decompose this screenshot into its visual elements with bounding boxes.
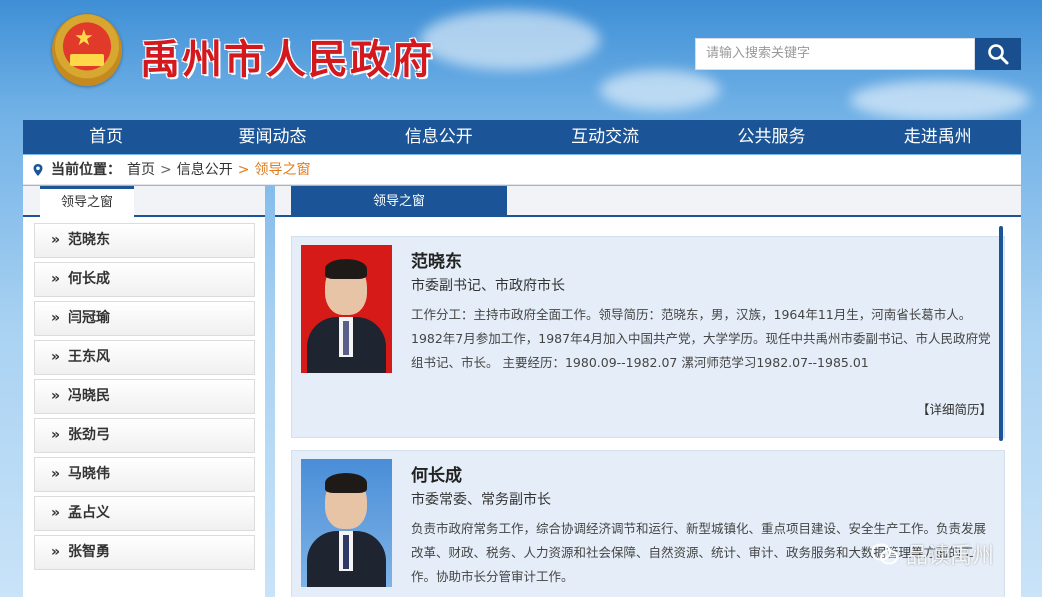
breadcrumb: 当前位置： 首页 > 信息公开 > 领导之窗 (23, 155, 1021, 185)
scrollbar-thumb[interactable] (999, 226, 1003, 441)
sidebar-item-leader[interactable]: » 范晓东 (34, 223, 255, 258)
sidebar-item-leader[interactable]: » 张智勇 (34, 535, 255, 570)
sidebar-item-label: 马晓伟 (68, 466, 111, 482)
nav-item-about-yuzhou[interactable]: 走进禹州 (855, 120, 1021, 154)
sidebar-item-label: 范晓东 (68, 232, 111, 248)
sidebar-item-leader[interactable]: » 马晓伟 (34, 457, 255, 492)
national-emblem-logo[interactable]: ★ (52, 14, 122, 86)
leader-card: 范晓东 市委副书记、市政府市长 工作分工：主持市政府全面工作。领导简历：范晓东，… (291, 236, 1005, 438)
main-panel: 领导之窗 范晓东 市委副书记、市政府市长 工作分工：主持市政府全面工作。领导简历… (275, 186, 1021, 597)
breadcrumb-separator: > (160, 161, 172, 178)
leader-name[interactable]: 何长成 (411, 461, 462, 486)
portrait-hair (325, 473, 367, 493)
leader-photo[interactable] (301, 245, 392, 373)
search-icon (988, 44, 1009, 65)
search-button[interactable] (975, 38, 1021, 70)
sidebar-item-label: 王东风 (68, 349, 111, 365)
double-chevron-right-icon: » (51, 349, 61, 365)
double-chevron-right-icon: » (51, 232, 61, 248)
double-chevron-right-icon: » (51, 505, 61, 521)
main-nav: 首页 要闻动态 信息公开 互动交流 公共服务 走进禹州 (23, 120, 1021, 154)
breadcrumb-label: 当前位置： (51, 161, 121, 178)
sidebar-item-label: 何长成 (68, 271, 111, 287)
detailed-resume-link[interactable]: 【详细简历】 (917, 399, 992, 418)
sidebar-tabbar: 领导之窗 (23, 186, 265, 217)
sidebar: 领导之窗 » 范晓东 » 何长成 » 闫冠瑜 » 王东风 » 冯晓民 » 张劲弓 » 马晓伟 … (23, 186, 265, 597)
sidebar-item-label: 闫冠瑜 (68, 310, 111, 326)
sidebar-tab-leaders[interactable]: 领导之窗 (40, 186, 134, 217)
double-chevron-right-icon: » (51, 271, 61, 287)
nav-item-public-service[interactable]: 公共服务 (688, 120, 854, 154)
sidebar-item-leader[interactable]: » 张劲弓 (34, 418, 255, 453)
double-chevron-right-icon: » (51, 466, 61, 482)
cloud-decoration (600, 70, 720, 110)
sidebar-item-leader[interactable]: » 王东风 (34, 340, 255, 375)
double-chevron-right-icon: » (51, 544, 61, 560)
main-tab-leaders[interactable]: 领导之窗 (291, 186, 507, 217)
watermark-text: 品读禹州 (906, 544, 995, 569)
nav-item-home[interactable]: 首页 (23, 120, 189, 154)
sidebar-item-leader[interactable]: » 闫冠瑜 (34, 301, 255, 336)
breadcrumb-info[interactable]: 信息公开 (177, 155, 233, 185)
cloud-decoration (420, 10, 600, 70)
nav-item-interaction[interactable]: 互动交流 (522, 120, 688, 154)
sidebar-item-label: 张智勇 (68, 544, 111, 560)
sidebar-item-leader[interactable]: » 何长成 (34, 262, 255, 297)
double-chevron-right-icon: » (51, 427, 61, 443)
leader-title: 市委副书记、市政府市长 (411, 278, 565, 294)
header: ★ 禹州市人民政府 请输入搜索关键字 (0, 0, 1042, 120)
breadcrumb-separator: > (237, 161, 250, 178)
portrait-tie (343, 535, 349, 569)
portrait-hair (325, 259, 367, 279)
sidebar-item-label: 冯晓民 (68, 388, 111, 404)
search-input[interactable]: 请输入搜索关键字 (695, 38, 975, 70)
sidebar-item-label: 张劲弓 (68, 427, 111, 443)
cloud-decoration (850, 80, 1030, 120)
leader-description: 工作分工：主持市政府全面工作。领导简历：范晓东，男，汉族，1964年11月生，河… (411, 307, 991, 370)
wechat-icon (871, 543, 898, 565)
breadcrumb-home[interactable]: 首页 (127, 155, 155, 185)
location-pin-icon (33, 163, 43, 176)
leader-title: 市委常委、常务副市长 (411, 492, 551, 508)
nav-item-info-disclosure[interactable]: 信息公开 (356, 120, 522, 154)
sidebar-item-leader[interactable]: » 孟占义 (34, 496, 255, 531)
leader-photo[interactable] (301, 459, 392, 587)
sidebar-list: » 范晓东 » 何长成 » 闫冠瑜 » 王东风 » 冯晓民 » 张劲弓 » 马晓伟 » 孟占义 … (23, 217, 265, 570)
portrait-tie (343, 321, 349, 355)
star-icon: ★ (74, 26, 94, 51)
leader-card: 何长成 市委常委、常务副市长 负责市政府常务工作，综合协调经济调节和运行、新型城… (291, 450, 1005, 597)
main-tabbar: 领导之窗 (275, 186, 1021, 217)
site-title[interactable]: 禹州市人民政府 (140, 27, 434, 85)
sidebar-item-leader[interactable]: » 冯晓民 (34, 379, 255, 414)
watermark: 品读禹州 (870, 538, 994, 570)
gate-icon (70, 54, 104, 66)
double-chevron-right-icon: » (51, 388, 61, 404)
nav-item-news[interactable]: 要闻动态 (189, 120, 355, 154)
double-chevron-right-icon: » (51, 310, 61, 326)
leader-name[interactable]: 范晓东 (411, 247, 462, 272)
sidebar-item-label: 孟占义 (68, 505, 111, 521)
breadcrumb-current[interactable]: 领导之窗 (254, 155, 310, 185)
